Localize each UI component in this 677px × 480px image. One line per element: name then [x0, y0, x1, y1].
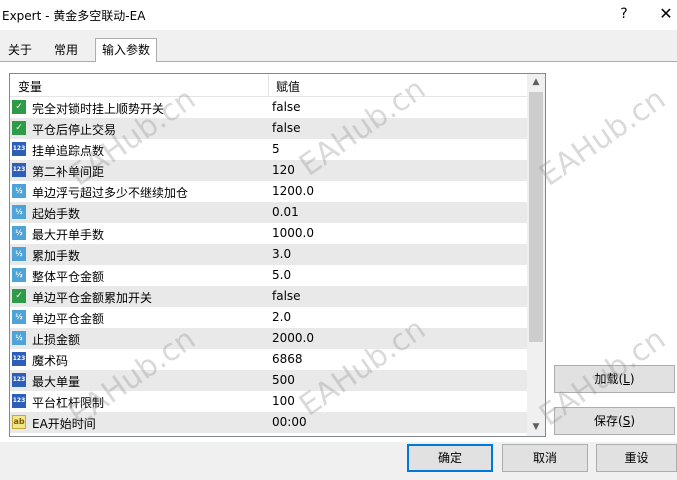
parameter-row[interactable]: ab EA开始时间 00:00 [10, 412, 527, 433]
double-icon: ½ [12, 331, 26, 345]
parameter-row[interactable]: 123 第二补单间距 120 [10, 160, 527, 181]
save-suffix: ) [630, 414, 635, 428]
double-icon: ½ [12, 247, 26, 261]
parameter-name: 单边平仓金额累加开关 [32, 291, 153, 305]
reset-button[interactable]: 重设 [596, 444, 677, 472]
parameter-row[interactable]: 123 魔术码 6868 [10, 349, 527, 370]
column-header-variable[interactable]: 变量 [18, 78, 42, 95]
parameter-value[interactable]: 500 [272, 373, 295, 387]
tab-common[interactable]: 常用 [46, 40, 86, 60]
column-header-value[interactable]: 赋值 [276, 78, 300, 95]
ok-button[interactable]: 确定 [407, 444, 493, 472]
double-icon: ½ [12, 310, 26, 324]
parameter-name: EA开始时间 [32, 417, 96, 431]
parameter-name: 挂单追踪点数 [32, 144, 105, 158]
parameter-value[interactable]: 1000.0 [272, 226, 314, 240]
parameter-value[interactable]: 3.0 [272, 247, 291, 261]
parameter-name: 最大单量 [32, 375, 81, 389]
load-button[interactable]: 加载(L) [554, 365, 675, 393]
parameter-row[interactable]: ✓ 单边平仓金额累加开关 false [10, 286, 527, 307]
parameter-name: 单边平仓金额 [32, 312, 105, 326]
boolean-icon: ✓ [12, 121, 26, 135]
string-icon: ab [12, 415, 26, 429]
parameter-row[interactable]: ½ 单边平仓金额 2.0 [10, 307, 527, 328]
parameter-row[interactable]: ½ 单边浮亏超过多少不继续加仓 1200.0 [10, 181, 527, 202]
parameter-name: 最大开单手数 [32, 228, 105, 242]
integer-icon: 123 [12, 163, 26, 177]
parameter-row[interactable]: 123 平台杠杆限制 100 [10, 391, 527, 412]
save-button[interactable]: 保存(S) [554, 407, 675, 435]
scroll-thumb[interactable] [529, 92, 543, 342]
parameter-value[interactable]: false [272, 121, 301, 135]
save-button-label: 保存( [594, 414, 623, 428]
parameter-value[interactable]: false [272, 289, 301, 303]
parameter-row[interactable]: ½ 止损金额 2000.0 [10, 328, 527, 349]
help-button[interactable]: ? [614, 4, 634, 24]
load-suffix: ) [629, 372, 635, 386]
parameter-name: 整体平仓金额 [32, 270, 105, 284]
tab-strip: 关于 常用 输入参数 [0, 38, 677, 62]
load-button-label: 加载( [594, 372, 624, 386]
parameter-name: 第二补单间距 [32, 165, 105, 179]
parameter-row[interactable]: ½ 最大开单手数 1000.0 [10, 223, 527, 244]
parameter-row[interactable]: 123 最大单量 500 [10, 370, 527, 391]
column-separator[interactable] [268, 74, 269, 96]
double-icon: ½ [12, 205, 26, 219]
integer-icon: 123 [12, 352, 26, 366]
close-button[interactable]: ✕ [656, 4, 676, 24]
parameter-value[interactable]: 120 [272, 163, 295, 177]
parameter-value[interactable]: 100 [272, 394, 295, 408]
parameter-name: 止损金额 [32, 333, 81, 347]
parameter-row[interactable]: ✓ 完全对锁时挂上顺势开关 false [10, 97, 527, 118]
boolean-icon: ✓ [12, 289, 26, 303]
parameter-name: 完全对锁时挂上顺势开关 [32, 102, 165, 116]
parameter-name: 平台杠杆限制 [32, 396, 105, 410]
boolean-icon: ✓ [12, 100, 26, 114]
cancel-button[interactable]: 取消 [502, 444, 588, 472]
double-icon: ½ [12, 184, 26, 198]
scroll-up-icon[interactable]: ▲ [527, 74, 545, 91]
parameter-row[interactable]: ✓ 平仓后停止交易 false [10, 118, 527, 139]
parameter-name: 累加手数 [32, 249, 81, 263]
grid-rows: ✓ 完全对锁时挂上顺势开关 false ✓ 平仓后停止交易 false 123 挂单追踪点数 5… [10, 97, 527, 433]
parameter-value[interactable]: false [272, 100, 301, 114]
parameters-grid: 变量 赋值 ✓ 完全对锁时挂上顺势开关 false ✓ 平仓后停止交易 false 123 挂… [9, 73, 546, 437]
parameter-row[interactable]: ½ 整体平仓金额 5.0 [10, 265, 527, 286]
integer-icon: 123 [12, 142, 26, 156]
parameter-row[interactable]: 123 挂单追踪点数 5 [10, 139, 527, 160]
parameter-name: 单边浮亏超过多少不继续加仓 [32, 186, 189, 200]
parameter-row[interactable]: ½ 累加手数 3.0 [10, 244, 527, 265]
integer-icon: 123 [12, 394, 26, 408]
parameter-value[interactable]: 0.01 [272, 205, 299, 219]
integer-icon: 123 [12, 373, 26, 387]
parameter-value[interactable]: 00:00 [272, 415, 307, 429]
double-icon: ½ [12, 226, 26, 240]
parameter-value[interactable]: 2000.0 [272, 331, 314, 345]
parameter-name: 魔术码 [32, 354, 69, 368]
parameter-value[interactable]: 2.0 [272, 310, 291, 324]
scroll-down-icon[interactable]: ▼ [527, 419, 545, 436]
title-bar: Expert - 黄金多空联动-EA ? ✕ [0, 0, 677, 30]
double-icon: ½ [12, 268, 26, 282]
parameter-value[interactable]: 6868 [272, 352, 303, 366]
parameter-value[interactable]: 1200.0 [272, 184, 314, 198]
parameter-name: 平仓后停止交易 [32, 123, 117, 137]
load-hotkey: L [623, 372, 630, 386]
parameter-value[interactable]: 5.0 [272, 268, 291, 282]
window-title: Expert - 黄金多空联动-EA [2, 9, 146, 23]
tab-inputs[interactable]: 输入参数 [95, 38, 157, 62]
parameter-row[interactable]: ½ 起始手数 0.01 [10, 202, 527, 223]
vertical-scrollbar[interactable]: ▲ ▼ [527, 74, 545, 436]
parameter-value[interactable]: 5 [272, 142, 280, 156]
tab-about[interactable]: 关于 [2, 40, 38, 60]
grid-header: 变量 赋值 [10, 74, 527, 97]
parameter-name: 起始手数 [32, 207, 81, 221]
